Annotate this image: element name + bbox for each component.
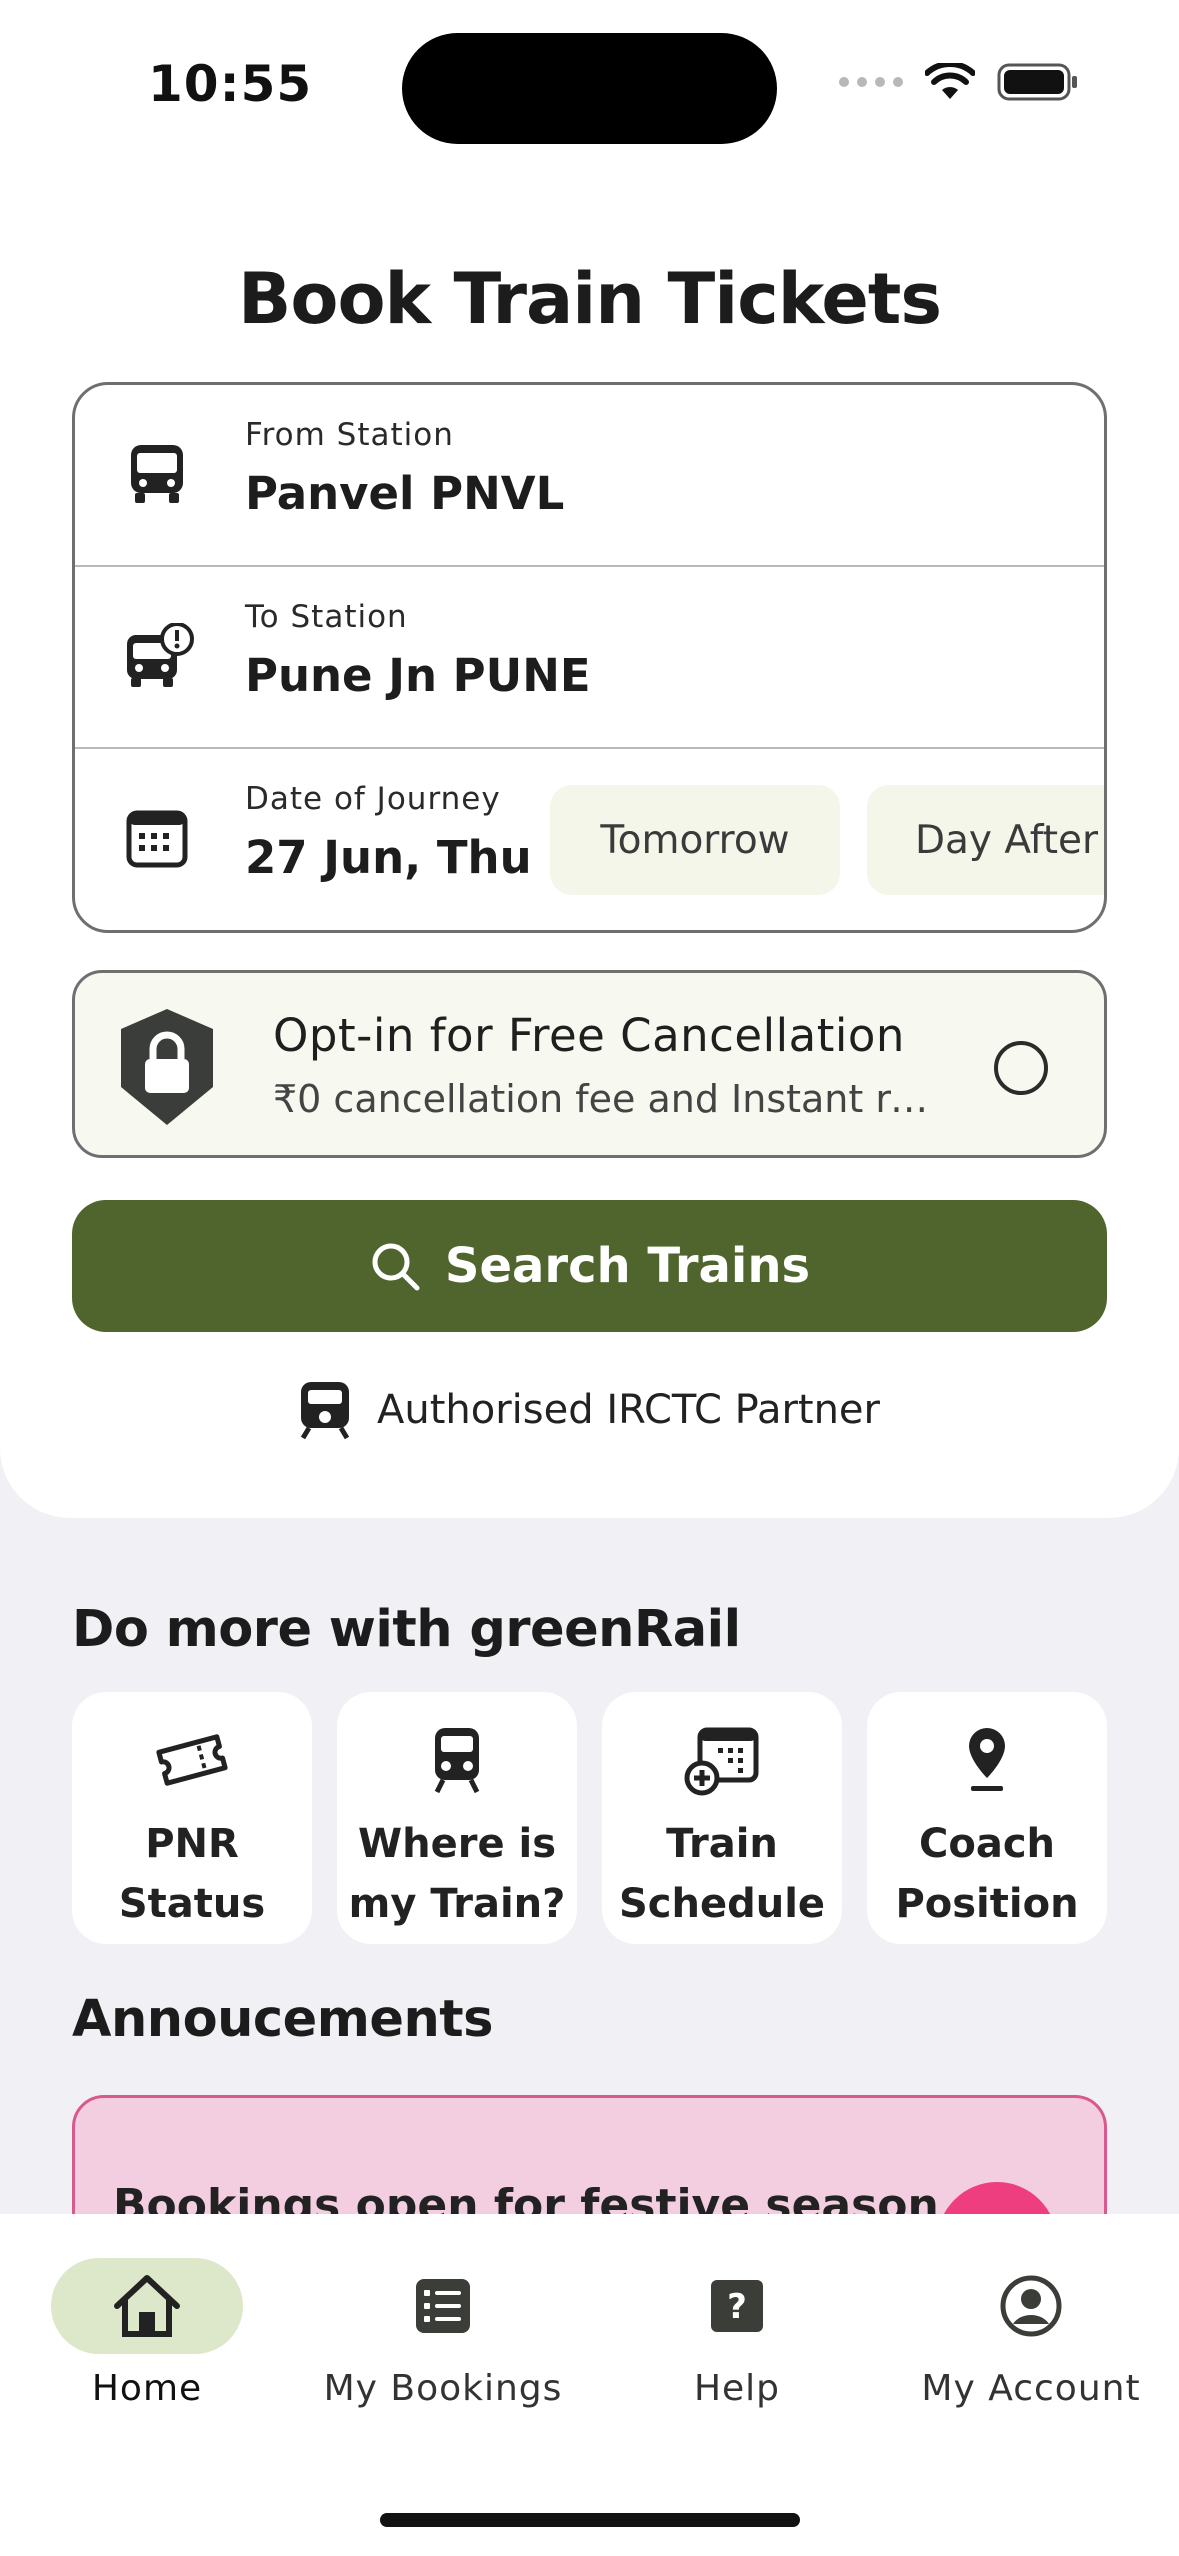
battery-icon [997, 63, 1077, 101]
pnr-status-tile[interactable]: PNR Status [72, 1692, 312, 1944]
to-station-value: Pune Jn PUNE [245, 649, 591, 702]
train-icon [434, 1728, 480, 1794]
to-station-field[interactable]: To Station Pune Jn PUNE [75, 567, 1104, 749]
bottom-tab-bar: Home My Bookings ? Help My Account [0, 2214, 1179, 2556]
from-station-value: Panvel PNVL [245, 467, 565, 520]
tab-home-label: Home [91, 2368, 203, 2409]
help-icon: ? [711, 2280, 763, 2332]
ticket-icon [156, 1734, 228, 1786]
free-cancellation-option[interactable]: Opt-in for Free Cancellation ₹0 cancella… [72, 970, 1107, 1158]
free-cancellation-title: Opt-in for Free Cancellation [273, 1009, 905, 1062]
partner-text: Authorised IRCTC Partner [377, 1387, 880, 1433]
day-after-chip[interactable]: Day After [867, 785, 1104, 895]
to-station-label: To Station [245, 599, 408, 635]
calendar-icon [126, 810, 188, 868]
train-schedule-tile[interactable]: Train Schedule [602, 1692, 842, 1944]
quick-actions: PNR Status Where is my Train? Train Sche… [72, 1692, 1107, 1944]
search-trains-button[interactable]: Search Trains [72, 1200, 1107, 1332]
where-is-my-train-tile[interactable]: Where is my Train? [337, 1692, 577, 1944]
home-icon [114, 2275, 180, 2337]
do-more-title: Do more with greenRail [72, 1600, 741, 1659]
date-of-journey-field[interactable]: Date of Journey 27 Jun, Thu Tomorrow Day… [75, 749, 1104, 930]
bus-alert-icon [127, 623, 194, 687]
train-schedule-label: Train Schedule [618, 1821, 826, 1927]
from-station-label: From Station [245, 417, 454, 453]
train-icon [300, 1382, 350, 1440]
signal-dots-icon [839, 77, 903, 87]
booking-form: From Station Panvel PNVL To Station Pune… [72, 382, 1107, 933]
home-indicator[interactable] [380, 2513, 800, 2527]
tab-help-label: Help [693, 2368, 781, 2409]
page-title: Book Train Tickets [238, 258, 942, 340]
tab-home[interactable]: Home [51, 2258, 243, 2409]
list-icon-container [414, 2258, 472, 2354]
account-icon-container [999, 2258, 1063, 2354]
bus-icon [131, 445, 183, 503]
shield-lock-icon [121, 1009, 213, 1125]
tab-my-account[interactable]: My Account [921, 2258, 1140, 2409]
pnr-status-label: PNR Status [118, 1821, 266, 1927]
search-trains-label: Search Trains [444, 1238, 811, 1294]
tomorrow-chip[interactable]: Tomorrow [550, 785, 840, 895]
list-icon [416, 2279, 470, 2333]
coach-position-tile[interactable]: Coach Position [867, 1692, 1107, 1944]
tab-my-bookings-label: My Bookings [323, 2368, 563, 2409]
search-icon [372, 1243, 420, 1291]
tab-help[interactable]: ? Help [682, 2258, 792, 2409]
svg-text:?: ? [727, 2287, 747, 2327]
wifi-icon [925, 63, 975, 99]
irctc-partner-badge: Authorised IRCTC Partner [0, 1380, 1179, 1440]
status-time: 10:55 [148, 55, 313, 113]
tab-my-bookings[interactable]: My Bookings [324, 2258, 561, 2409]
where-is-my-train-label: Where is my Train? [348, 1821, 566, 1927]
from-station-field[interactable]: From Station Panvel PNVL [75, 385, 1104, 567]
location-pin-icon [969, 1728, 1005, 1791]
free-cancellation-radio[interactable] [994, 1041, 1048, 1095]
coach-position-label: Coach Position [895, 1821, 1079, 1927]
status-indicators [839, 62, 1079, 102]
account-icon [1000, 2275, 1062, 2337]
tab-my-account-label: My Account [921, 2368, 1141, 2409]
help-icon-container: ? [709, 2258, 765, 2354]
free-cancellation-subtitle: ₹0 cancellation fee and Instant refund [273, 1077, 933, 1121]
date-label: Date of Journey [245, 781, 501, 817]
announcements-title: Annoucements [72, 1990, 494, 2049]
calendar-add-icon [684, 1727, 759, 1796]
dynamic-island [402, 33, 777, 144]
date-value: 27 Jun, Thu [245, 831, 532, 884]
home-icon-container [51, 2258, 243, 2354]
